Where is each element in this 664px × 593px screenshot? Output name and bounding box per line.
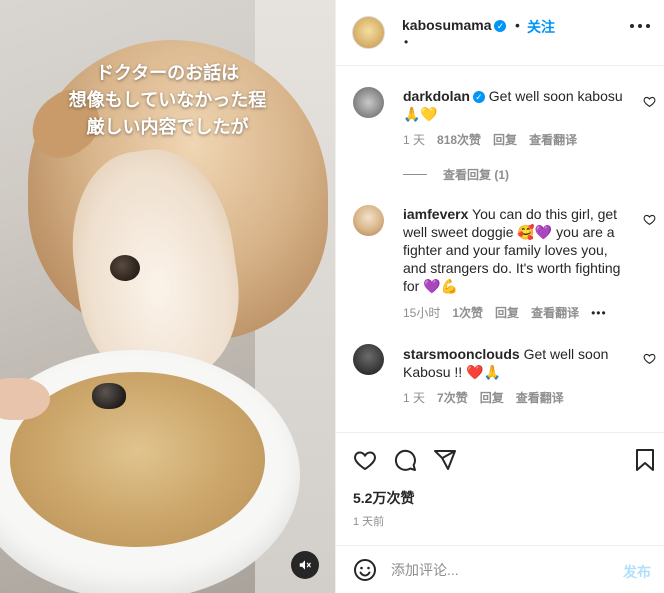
reply-button[interactable]: 回复 <box>493 131 517 148</box>
view-replies-button[interactable]: 查看回复 (1) <box>403 166 509 183</box>
comment-body: iamfeverx You can do this girl, get well… <box>403 205 628 295</box>
comment-meta: 1 天 818次赞 回复 查看翻译 <box>403 131 577 148</box>
post-header: kabosumama ✓ • 关注 • <box>336 0 664 66</box>
post-media[interactable]: ドクターのお話は 想像もしていなかった程 厳しい内容でしたが <box>0 0 335 593</box>
avatar[interactable] <box>353 87 384 118</box>
comment-username[interactable]: darkdolan <box>403 88 470 104</box>
post-date[interactable]: 1 天前 <box>353 513 384 529</box>
like-comment-icon[interactable] <box>643 95 656 108</box>
post-panel: kabosumama ✓ • 关注 • darkdolan ✓ Get well s… <box>335 0 664 593</box>
comment-time[interactable]: 1 天 <box>403 389 425 406</box>
bookmark-icon[interactable] <box>633 448 657 472</box>
reply-button[interactable]: 回复 <box>495 304 519 321</box>
mute-button[interactable] <box>291 551 319 579</box>
comment-icon[interactable] <box>393 448 417 472</box>
comment-likes[interactable]: 818次赞 <box>437 131 481 148</box>
video-caption: ドクターのお話は 想像もしていなかった程 厳しい内容でしたが <box>68 63 267 137</box>
translate-button[interactable]: 查看翻译 <box>531 304 579 321</box>
avatar[interactable] <box>353 205 384 236</box>
comment-input[interactable] <box>391 559 601 581</box>
comment-username[interactable]: iamfeverx <box>403 206 468 222</box>
comment-meta: 15小时 1次赞 回复 查看翻译 ••• <box>403 304 607 321</box>
post-actions <box>336 432 664 487</box>
author-username-text[interactable]: kabosumama <box>402 17 491 33</box>
share-icon[interactable] <box>433 448 457 472</box>
comment-body: starsmoonclouds Get well soon Kabosu !! … <box>403 345 628 381</box>
view-replies-label[interactable]: 查看回复 (1) <box>443 166 509 183</box>
avatar[interactable] <box>353 344 384 375</box>
follow-button[interactable]: 关注 <box>527 17 555 37</box>
avatar[interactable] <box>352 16 385 49</box>
reply-button[interactable]: 回复 <box>480 389 504 406</box>
like-comment-icon[interactable] <box>643 213 656 226</box>
translate-button[interactable]: 查看翻译 <box>516 389 564 406</box>
author-username[interactable]: kabosumama ✓ <box>402 17 507 33</box>
comment-likes[interactable]: 7次赞 <box>437 389 468 406</box>
comment-body: darkdolan ✓ Get well soon kabosu 🙏💛 <box>403 87 628 123</box>
comment-likes[interactable]: 1次赞 <box>452 304 483 321</box>
comment-meta: 1 天 7次赞 回复 查看翻译 <box>403 389 564 406</box>
comment-more-options-icon[interactable]: ••• <box>591 306 607 320</box>
translate-button[interactable]: 查看翻译 <box>529 131 577 148</box>
heart-icon[interactable] <box>353 448 377 472</box>
verified-badge-icon: ✓ <box>494 20 507 32</box>
comment-composer: 发布 <box>336 545 664 593</box>
speaker-muted-icon <box>299 560 311 570</box>
header-subline: • <box>404 35 409 49</box>
dog-nose <box>92 383 126 409</box>
like-comment-icon[interactable] <box>643 352 656 365</box>
comment-username[interactable]: starsmoonclouds <box>403 346 520 362</box>
more-options-icon[interactable] <box>630 24 650 30</box>
dog-eye <box>110 255 140 281</box>
separator-dot: • <box>515 17 520 33</box>
comment-time[interactable]: 1 天 <box>403 131 425 148</box>
divider-line <box>403 174 427 175</box>
verified-badge-icon: ✓ <box>472 91 485 103</box>
likes-count[interactable]: 5.2万次赞 <box>353 488 414 508</box>
post-comment-button[interactable]: 发布 <box>623 562 651 582</box>
emoji-icon[interactable] <box>353 558 377 582</box>
comment-time[interactable]: 15小时 <box>403 304 440 321</box>
